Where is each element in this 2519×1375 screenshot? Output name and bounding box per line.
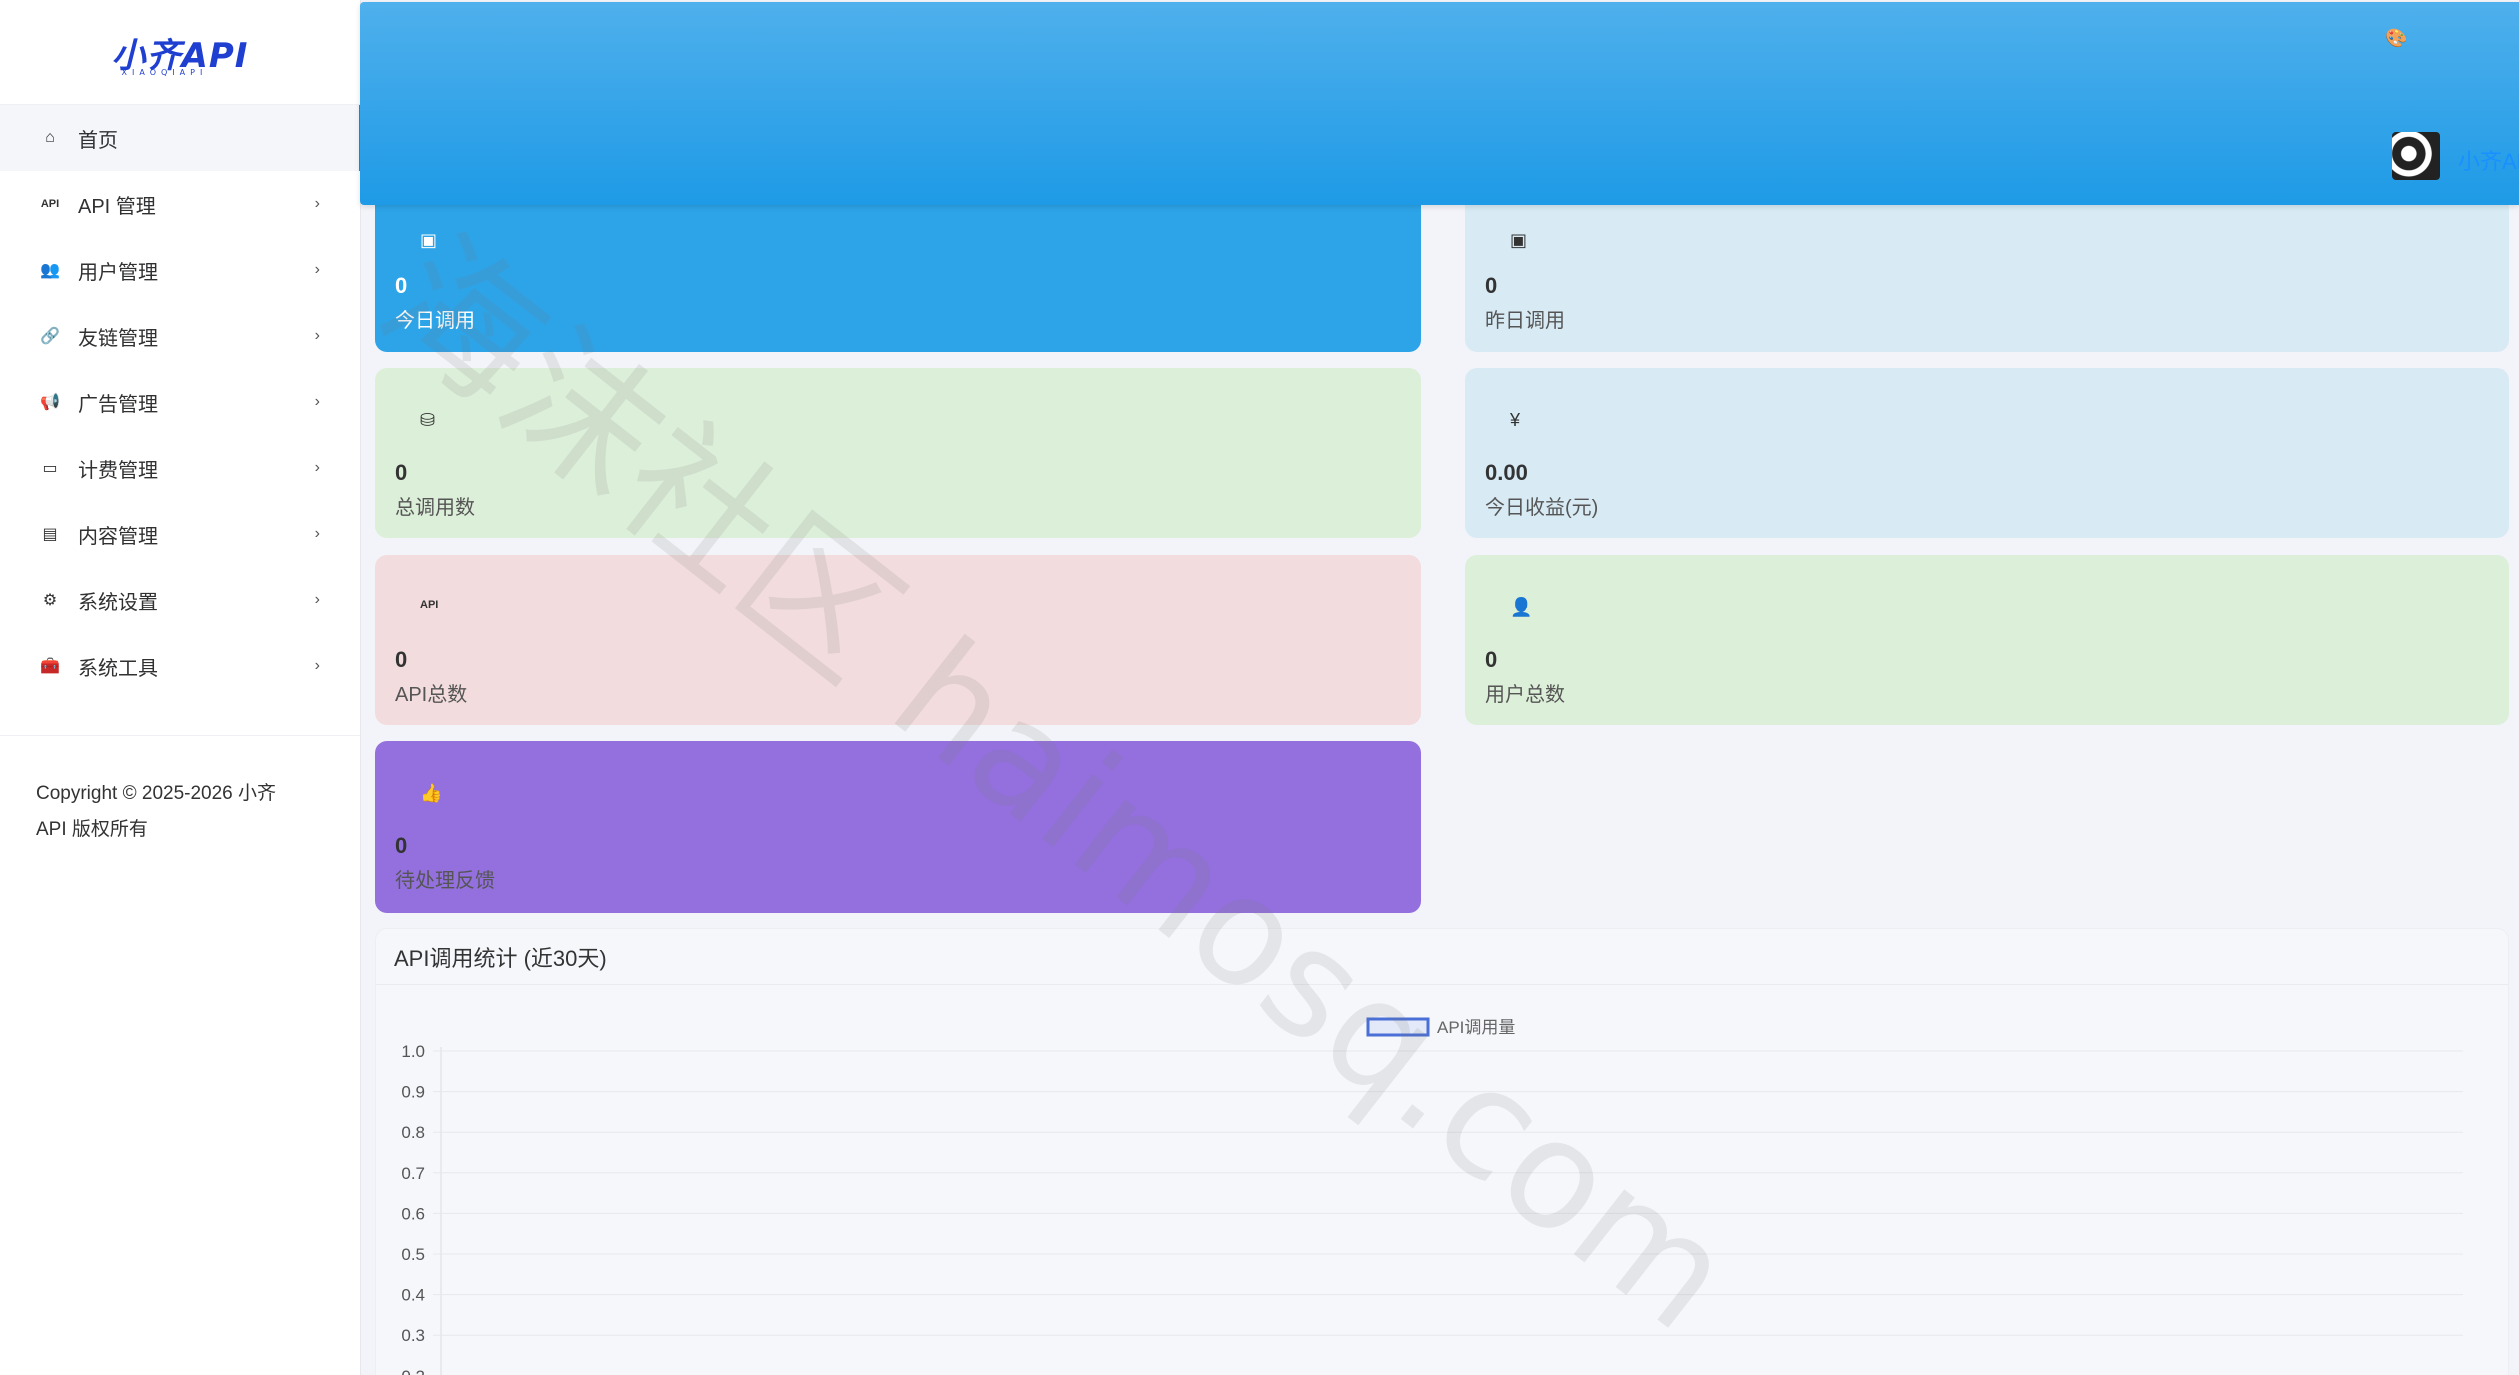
y-tick-label: 0.8 xyxy=(401,1123,425,1142)
home-icon: ⌂ xyxy=(45,129,55,146)
stat-value: 0 xyxy=(395,833,408,858)
copyright-line: API 版权所有 xyxy=(36,819,148,840)
chevron-right-icon: › xyxy=(314,327,320,344)
sidebar-item-home[interactable]: ⌂ 首页 xyxy=(0,105,362,171)
calendar-icon: ▣ xyxy=(420,230,438,250)
legend-label: API调用量 xyxy=(1437,1018,1515,1037)
avatar[interactable] xyxy=(2392,132,2440,180)
stat-value: 0.00 xyxy=(1485,460,1528,485)
users-icon: 👥 xyxy=(40,262,60,279)
logo-area[interactable]: 小齐API XIAOQIAPI xyxy=(0,0,360,105)
chevron-right-icon: › xyxy=(314,657,320,674)
thumbs-up-icon: 👍 xyxy=(420,783,443,803)
copyright-line: Copyright © 2025-2026 小齐 xyxy=(36,783,277,804)
sidebar-item-links[interactable]: 🔗 友链管理 › xyxy=(0,303,360,369)
sidebar-item-label: 友链管理 xyxy=(78,327,158,350)
stat-label: 用户总数 xyxy=(1485,684,1565,706)
stat-value: 0 xyxy=(395,647,408,672)
stat-card-api-total: API 0 API总数 xyxy=(375,555,1421,725)
line-chart: API调用量 1.0 0.9 0.8 0.7 0.6 0.5 0.4 0.3 0.2 xyxy=(401,1017,2463,1375)
sidebar-item-label: API 管理 xyxy=(78,195,156,218)
stat-value: 0 xyxy=(1485,647,1498,672)
stat-card-user-total: 👤 0 用户总数 xyxy=(1465,555,2509,725)
stat-card-yesterday-calls: ▣ 0 昨日调用 xyxy=(1465,200,2509,352)
chevron-right-icon: › xyxy=(314,195,320,212)
database-icon: ⛁ xyxy=(420,410,436,430)
sidebar-item-label: 内容管理 xyxy=(78,525,158,548)
y-tick-label: 0.2 xyxy=(401,1367,425,1375)
calendar-icon: ▣ xyxy=(1510,230,1528,250)
document-icon: ▤ xyxy=(42,526,58,543)
copyright: Copyright © 2025-2026 小齐 API 版权所有 xyxy=(0,736,360,848)
chevron-right-icon: › xyxy=(314,525,320,542)
chevron-right-icon: › xyxy=(314,393,320,410)
sidebar-item-label: 首页 xyxy=(78,129,118,152)
stat-card-pending-feedback: 👍 0 待处理反馈 xyxy=(375,741,1421,913)
gear-icon: ⚙ xyxy=(42,592,58,609)
sidebar-item-content[interactable]: ▤ 内容管理 › xyxy=(0,501,360,567)
stat-value: 0 xyxy=(395,273,408,298)
api-icon: API xyxy=(420,599,439,611)
stat-label: 今日调用 xyxy=(395,310,475,332)
sidebar-item-tools[interactable]: 🧰 系统工具 › xyxy=(0,633,360,699)
sidebar-item-settings[interactable]: ⚙ 系统设置 › xyxy=(0,567,360,633)
credit-card-icon: ▭ xyxy=(42,460,58,477)
y-tick-label: 0.6 xyxy=(401,1204,425,1223)
sidebar-item-label: 广告管理 xyxy=(78,393,158,416)
stat-card-today-calls: ▣ 0 今日调用 xyxy=(375,200,1421,352)
toolbox-icon: 🧰 xyxy=(40,658,60,675)
sidebar-item-billing[interactable]: ▭ 计费管理 › xyxy=(0,435,360,501)
palette-icon[interactable]: 🎨 xyxy=(2385,28,2407,49)
stat-card-total-calls: ⛁ 0 总调用数 xyxy=(375,368,1421,538)
chart-legend[interactable]: API调用量 xyxy=(1366,1017,1515,1037)
legend-swatch xyxy=(1366,1017,1430,1037)
stat-label: 昨日调用 xyxy=(1485,310,1565,332)
sidebar: 小齐API XIAOQIAPI ⌂ 首页 API API 管理 › 👥 用户管理… xyxy=(0,0,362,1375)
link-icon: 🔗 xyxy=(40,328,60,345)
stat-card-today-revenue: ¥ 0.00 今日收益(元) xyxy=(1465,368,2509,538)
logo: 小齐API XIAOQIAPI xyxy=(112,28,249,77)
chevron-right-icon: › xyxy=(314,459,320,476)
sidebar-item-label: 用户管理 xyxy=(78,261,158,284)
user-icon: 👤 xyxy=(1510,597,1533,617)
y-tick-label: 0.4 xyxy=(401,1286,425,1305)
stat-value: 0 xyxy=(395,460,408,485)
app-root: 小齐API XIAOQIAPI ⌂ 首页 API API 管理 › 👥 用户管理… xyxy=(0,0,2519,1375)
yen-icon: ¥ xyxy=(1510,410,1521,430)
user-name[interactable]: 小齐AP xyxy=(2458,144,2519,176)
chart-panel: API调用统计 (近30天) API调用量 1.0 0.9 0.8 0.7 0.6 0.5 0… xyxy=(375,928,2509,1375)
megaphone-icon: 📢 xyxy=(40,394,60,411)
top-header: 🎨 小齐AP xyxy=(360,2,2519,205)
y-tick-label: 1.0 xyxy=(401,1042,425,1061)
sidebar-item-label: 系统设置 xyxy=(78,591,158,614)
chevron-right-icon: › xyxy=(314,591,320,608)
logo-subtext: XIAOQIAPI xyxy=(121,67,208,77)
stat-value: 0 xyxy=(1485,273,1498,298)
y-tick-label: 0.3 xyxy=(401,1326,425,1345)
chevron-right-icon: › xyxy=(314,261,320,278)
sidebar-item-users[interactable]: 👥 用户管理 › xyxy=(0,237,360,303)
sidebar-item-label: 系统工具 xyxy=(78,657,158,680)
y-tick-label: 0.9 xyxy=(401,1083,425,1102)
sidebar-nav: ⌂ 首页 API API 管理 › 👥 用户管理 › 🔗 友链管理 › 📢 广告… xyxy=(0,105,362,699)
stat-label: 待处理反馈 xyxy=(395,870,495,892)
sidebar-item-api[interactable]: API API 管理 › xyxy=(0,171,360,237)
y-tick-label: 0.7 xyxy=(401,1164,425,1183)
sidebar-item-ads[interactable]: 📢 广告管理 › xyxy=(0,369,360,435)
stat-label: 今日收益(元) xyxy=(1485,497,1599,519)
api-icon: API xyxy=(40,198,60,210)
y-tick-label: 0.5 xyxy=(401,1245,425,1264)
sidebar-item-label: 计费管理 xyxy=(78,459,158,482)
stat-label: 总调用数 xyxy=(395,497,475,519)
stat-label: API总数 xyxy=(395,684,468,706)
